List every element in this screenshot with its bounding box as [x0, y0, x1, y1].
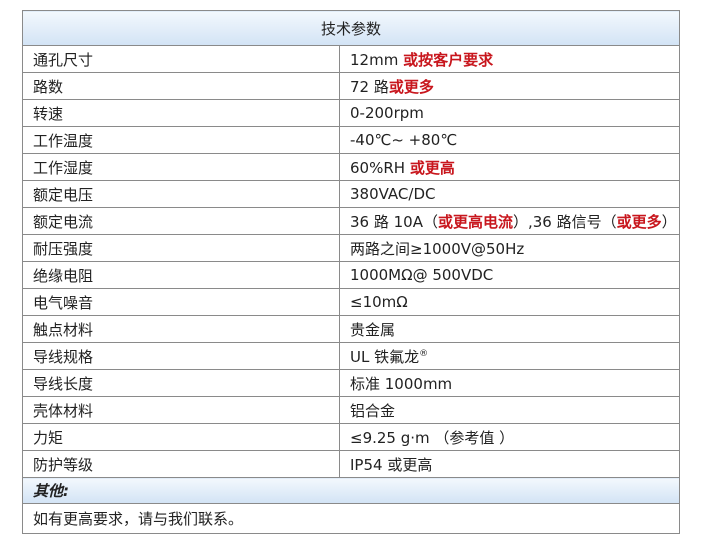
table-row: 导线规格 UL 铁氟龙®	[22, 342, 681, 370]
value-text: -40℃~ +80℃	[350, 131, 458, 149]
row-value: 380VAC/DC	[338, 180, 681, 208]
row-value: 标准 1000mm	[338, 369, 681, 397]
value-highlight: 或更高	[409, 158, 455, 177]
row-label: 路数	[22, 72, 340, 100]
table-row: 路数 72 路或更多	[22, 72, 681, 100]
table-row: 壳体材料 铝合金	[22, 396, 681, 424]
row-value: 60%RH 或更高	[338, 153, 681, 181]
registered-mark: ®	[419, 348, 429, 359]
row-value: 贵金属	[338, 315, 681, 343]
table-row: 导线长度 标准 1000mm	[22, 369, 681, 397]
row-label: 工作湿度	[22, 153, 340, 181]
row-label: 通孔尺寸	[22, 45, 340, 73]
value-text: 贵金属	[350, 320, 396, 339]
table-row: 力矩 ≤9.25 g·m （参考值 ）	[22, 423, 681, 451]
row-value: 36 路 10A（或更高电流）,36 路信号（或更多）	[338, 207, 681, 235]
row-label: 力矩	[22, 423, 340, 451]
value-text: ≤9.25 g·m （参考值 ）	[350, 428, 515, 447]
row-label: 触点材料	[22, 315, 340, 343]
value-text: 1000MΩ@ 500VDC	[350, 266, 494, 284]
value-highlight: 或更高电流	[437, 212, 513, 231]
row-value: 72 路或更多	[338, 72, 681, 100]
value-text: 72 路	[350, 77, 389, 96]
value-text: 380VAC/DC	[350, 185, 436, 203]
row-value: 1000MΩ@ 500VDC	[338, 261, 681, 289]
value-text: UL 铁氟龙	[350, 347, 420, 366]
row-label: 耐压强度	[22, 234, 340, 262]
table-row: 绝缘电阻 1000MΩ@ 500VDC	[22, 261, 681, 289]
row-label: 导线规格	[22, 342, 340, 370]
table-row: 触点材料 贵金属	[22, 315, 681, 343]
table-row: 耐压强度 两路之间≥1000V@50Hz	[22, 234, 681, 262]
spec-table: 技术参数 通孔尺寸 12mm 或按客户要求 路数 72 路或更多 转速 0-20…	[21, 10, 681, 534]
row-label: 转速	[22, 99, 340, 127]
table-row: 工作湿度 60%RH 或更高	[22, 153, 681, 181]
row-value: UL 铁氟龙®	[338, 342, 681, 370]
other-text: 如有更高要求，请与我们联系。	[21, 503, 681, 534]
row-value: -40℃~ +80℃	[338, 126, 681, 154]
row-label: 电气噪音	[22, 288, 340, 316]
row-label: 工作温度	[22, 126, 340, 154]
value-text: 12mm	[350, 50, 404, 69]
value-text: ≤10mΩ	[350, 293, 408, 311]
table-row: 工作温度 -40℃~ +80℃	[22, 126, 681, 154]
row-value: ≤10mΩ	[338, 288, 681, 316]
table-row: 额定电压 380VAC/DC	[22, 180, 681, 208]
row-value: 0-200rpm	[338, 99, 681, 127]
other-label: 其他:	[21, 477, 681, 504]
table-row: 通孔尺寸 12mm 或按客户要求	[22, 45, 681, 73]
value-highlight-2: 或更多	[616, 212, 662, 231]
value-text: 两路之间≥1000V@50Hz	[350, 239, 525, 258]
value-tail: ）,36 路信号（	[513, 212, 617, 231]
row-value: ≤9.25 g·m （参考值 ）	[338, 423, 681, 451]
table-row: 转速 0-200rpm	[22, 99, 681, 127]
value-text: 36 路 10A（	[350, 212, 438, 231]
row-value: 铝合金	[338, 396, 681, 424]
value-text: 60%RH	[350, 158, 410, 177]
table-title: 技术参数	[21, 10, 681, 46]
value-highlight: 或更多	[388, 77, 434, 96]
row-label: 壳体材料	[22, 396, 340, 424]
table-row: 防护等级 IP54 或更高	[22, 450, 681, 478]
row-label: 额定电流	[22, 207, 340, 235]
row-value: IP54 或更高	[338, 450, 681, 478]
row-label: 防护等级	[22, 450, 340, 478]
header-row: 技术参数	[21, 10, 681, 46]
value-tail-2: ）	[661, 212, 677, 231]
table-row: 额定电流 36 路 10A（或更高电流）,36 路信号（或更多）	[22, 207, 681, 235]
other-header-row: 其他:	[21, 477, 681, 504]
table-row: 电气噪音 ≤10mΩ	[22, 288, 681, 316]
value-text: IP54 或更高	[350, 455, 433, 474]
row-label: 导线长度	[22, 369, 340, 397]
row-label: 额定电压	[22, 180, 340, 208]
value-text: 0-200rpm	[350, 104, 424, 122]
other-body-row: 如有更高要求，请与我们联系。	[21, 503, 681, 534]
value-highlight: 或按客户要求	[403, 50, 494, 69]
row-value: 12mm 或按客户要求	[338, 45, 681, 73]
row-label: 绝缘电阻	[22, 261, 340, 289]
row-value: 两路之间≥1000V@50Hz	[338, 234, 681, 262]
value-text: 标准 1000mm	[350, 374, 453, 393]
value-text: 铝合金	[350, 401, 396, 420]
